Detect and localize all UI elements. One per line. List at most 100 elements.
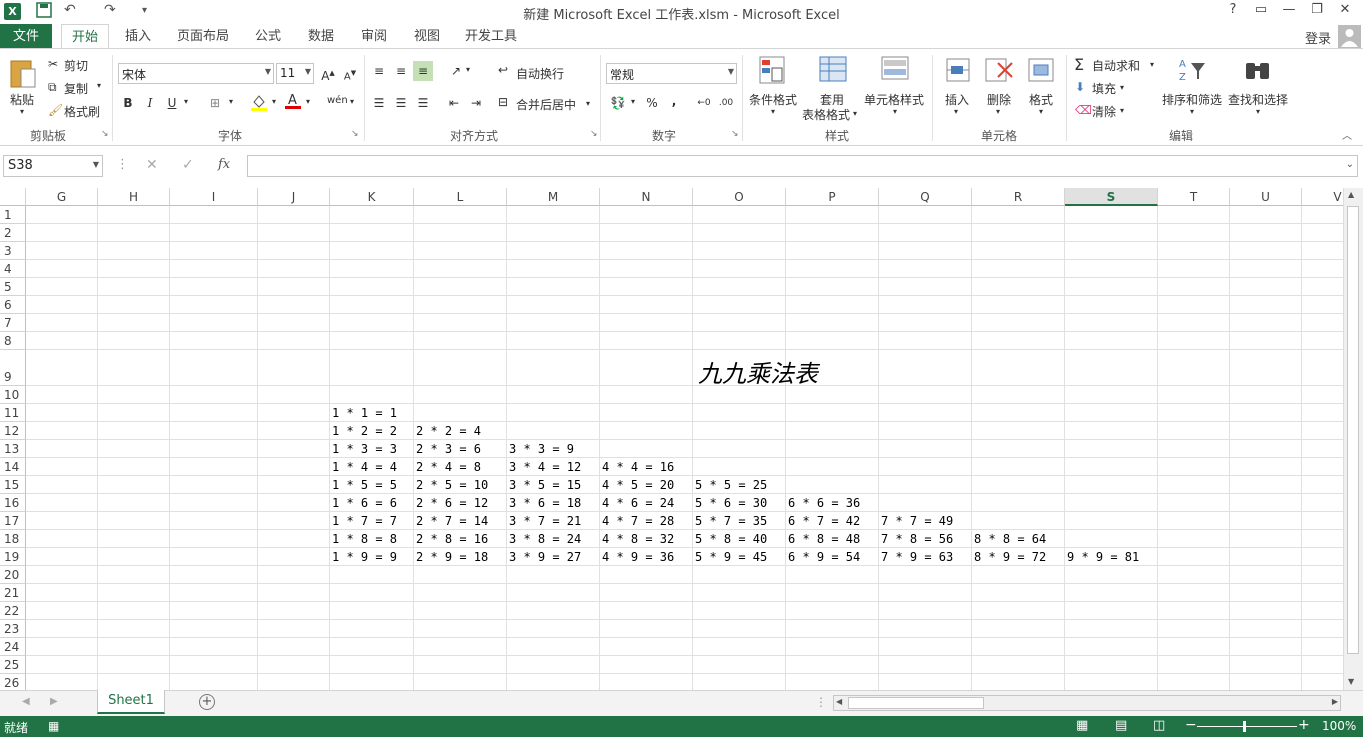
wrap-text-icon[interactable]: ↩ [498, 63, 508, 77]
scroll-thumb[interactable] [1347, 206, 1359, 654]
tab-page-layout[interactable]: 页面布局 [170, 24, 236, 49]
conditional-format-button[interactable]: 条件格式 [749, 91, 797, 108]
border-icon[interactable]: ⊞ [205, 93, 225, 113]
table-cell[interactable]: 6 * 9 = 54 [788, 550, 860, 564]
row-header-3[interactable]: 3 [0, 242, 26, 260]
autosum-icon[interactable]: Σ [1074, 55, 1084, 74]
maximize-icon[interactable]: ❐ [1306, 2, 1328, 20]
cut-icon[interactable]: ✂ [48, 57, 58, 71]
row-header-9[interactable]: 9 [0, 350, 26, 386]
delete-cells-icon[interactable] [984, 55, 1014, 85]
table-cell[interactable]: 2 * 6 = 12 [416, 496, 488, 510]
avatar[interactable] [1338, 25, 1361, 48]
row-header-20[interactable]: 20 [0, 566, 26, 584]
table-cell[interactable]: 3 * 3 = 9 [509, 442, 574, 456]
increase-indent-icon[interactable]: ⇥ [466, 93, 486, 113]
table-cell[interactable]: 4 * 7 = 28 [602, 514, 674, 528]
fill-color-icon[interactable] [249, 93, 269, 113]
zoom-out-icon[interactable]: − [1185, 717, 1197, 733]
format-as-table-icon[interactable] [818, 55, 848, 85]
zoom-level[interactable]: 100% [1322, 719, 1356, 733]
tab-insert[interactable]: 插入 [116, 24, 160, 49]
table-cell[interactable]: 4 * 5 = 20 [602, 478, 674, 492]
tab-home[interactable]: 开始 [61, 24, 109, 49]
align-right-icon[interactable]: ☰ [413, 93, 433, 113]
select-all-corner[interactable] [0, 188, 26, 206]
column-header-h[interactable]: H [98, 188, 170, 206]
align-left-icon[interactable]: ☰ [369, 93, 389, 113]
page-break-view-icon[interactable]: ◫ [1153, 718, 1165, 733]
expand-formula-icon[interactable]: ⌄ [1346, 159, 1354, 170]
table-cell[interactable]: 8 * 9 = 72 [974, 550, 1046, 564]
currency-icon[interactable]: 💱 [608, 93, 628, 113]
horizontal-scrollbar[interactable]: ◀ ▶ [833, 695, 1341, 711]
table-cell[interactable]: 3 * 4 = 12 [509, 460, 581, 474]
increase-decimal-icon[interactable]: ←0 [694, 93, 714, 113]
table-cell[interactable]: 4 * 8 = 32 [602, 532, 674, 546]
help-button[interactable]: ? [1222, 2, 1244, 20]
autosum-dropdown-icon[interactable]: ▾ [1150, 60, 1154, 69]
align-bottom-icon[interactable]: ≡ [413, 61, 433, 81]
scroll-up-icon[interactable]: ▲ [1348, 190, 1354, 199]
table-cell[interactable]: 4 * 9 = 36 [602, 550, 674, 564]
table-cell[interactable]: 5 * 7 = 35 [695, 514, 767, 528]
format-as-table-button[interactable]: 表格格式 [802, 106, 850, 123]
column-header-t[interactable]: T [1158, 188, 1230, 206]
shrink-font-button[interactable]: A▼ [340, 63, 360, 83]
align-top-icon[interactable]: ≡ [369, 61, 389, 81]
align-middle-icon[interactable]: ≡ [391, 61, 411, 81]
sort-dropdown-icon[interactable]: ▾ [1190, 107, 1194, 116]
row-header-4[interactable]: 4 [0, 260, 26, 278]
merge-dropdown-icon[interactable]: ▾ [586, 99, 590, 108]
splitter-icon[interactable]: ⋮ [815, 695, 827, 709]
zoom-slider[interactable] [1197, 726, 1297, 727]
insert-cells-button[interactable]: 插入 [945, 91, 969, 108]
table-cell[interactable]: 1 * 9 = 9 [332, 550, 397, 564]
column-header-i[interactable]: I [170, 188, 258, 206]
autosum-button[interactable]: 自动求和 [1092, 57, 1140, 74]
table-cell[interactable]: 1 * 3 = 3 [332, 442, 397, 456]
row-header-10[interactable]: 10 [0, 386, 26, 404]
table-cell[interactable]: 5 * 5 = 25 [695, 478, 767, 492]
paste-icon[interactable] [8, 57, 38, 88]
table-cell[interactable]: 4 * 6 = 24 [602, 496, 674, 510]
font-launcher-icon[interactable]: ↘ [351, 129, 359, 139]
row-header-15[interactable]: 15 [0, 476, 26, 494]
table-cell[interactable]: 4 * 4 = 16 [602, 460, 674, 474]
phonetic-icon[interactable]: wén [327, 91, 348, 111]
column-header-q[interactable]: Q [879, 188, 972, 206]
border-dropdown-icon[interactable]: ▾ [229, 97, 233, 106]
horizontal-scroll-thumb[interactable] [848, 697, 984, 709]
font-color-dropdown-icon[interactable]: ▾ [306, 97, 310, 106]
format-dropdown-icon[interactable]: ▾ [1039, 107, 1043, 116]
fill-button[interactable]: 填充 [1092, 80, 1116, 97]
cut-button[interactable]: 剪切 [64, 57, 88, 74]
underline-button[interactable]: U [162, 93, 182, 113]
percent-button[interactable]: % [642, 93, 662, 113]
table-cell[interactable]: 2 * 4 = 8 [416, 460, 481, 474]
number-launcher-icon[interactable]: ↘ [731, 129, 739, 139]
macro-record-icon[interactable]: ▦ [48, 719, 59, 733]
row-header-2[interactable]: 2 [0, 224, 26, 242]
name-box[interactable]: S38 ▼ [3, 155, 103, 177]
row-header-26[interactable]: 26 [0, 674, 26, 690]
table-cell[interactable]: 7 * 8 = 56 [881, 532, 953, 546]
row-header-8[interactable]: 8 [0, 332, 26, 350]
page-layout-view-icon[interactable]: ▤ [1115, 718, 1127, 733]
decrease-decimal-icon[interactable]: .00 [716, 93, 736, 113]
table-cell[interactable]: 2 * 7 = 14 [416, 514, 488, 528]
column-header-r[interactable]: R [972, 188, 1065, 206]
sheet-tab-sheet1[interactable]: Sheet1 [97, 690, 165, 714]
table-cell[interactable]: 1 * 5 = 5 [332, 478, 397, 492]
table-cell[interactable]: 1 * 8 = 8 [332, 532, 397, 546]
row-header-17[interactable]: 17 [0, 512, 26, 530]
row-header-23[interactable]: 23 [0, 620, 26, 638]
next-sheet-icon[interactable]: ▶ [50, 696, 58, 707]
fill-dropdown-icon[interactable]: ▾ [1120, 83, 1124, 92]
binoculars-icon[interactable] [1243, 55, 1273, 85]
number-format-combo[interactable]: 常规 ▼ [606, 63, 737, 84]
column-header-n[interactable]: N [600, 188, 693, 206]
format-cells-icon[interactable] [1026, 55, 1056, 85]
table-cell[interactable]: 3 * 7 = 21 [509, 514, 581, 528]
format-painter-button[interactable]: 格式刷 [64, 103, 100, 120]
